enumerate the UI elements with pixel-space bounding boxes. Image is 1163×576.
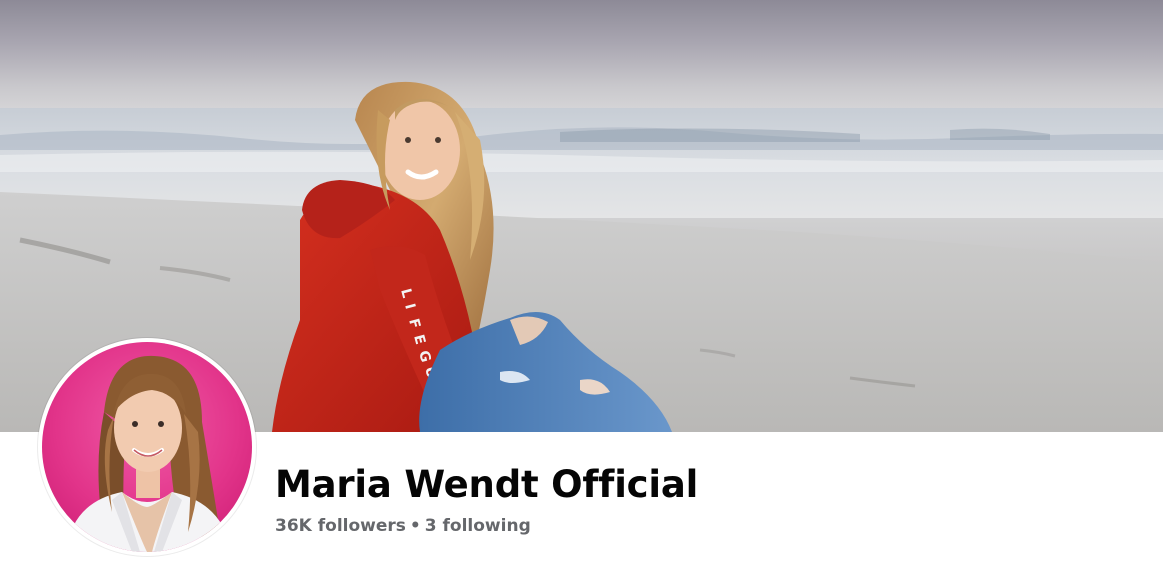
profile-picture[interactable] <box>38 338 256 556</box>
page-title: Maria Wendt Official <box>275 463 699 506</box>
profile-picture-image <box>42 342 252 552</box>
followers-link[interactable]: 36K followers <box>275 516 406 536</box>
follow-stats: 36K followers • 3 following <box>275 515 531 537</box>
following-link[interactable]: 3 following <box>425 516 531 536</box>
avatar-illustration <box>66 355 232 552</box>
stats-separator: • <box>409 516 421 536</box>
profile-header: L I F E G U A R <box>0 0 1163 576</box>
